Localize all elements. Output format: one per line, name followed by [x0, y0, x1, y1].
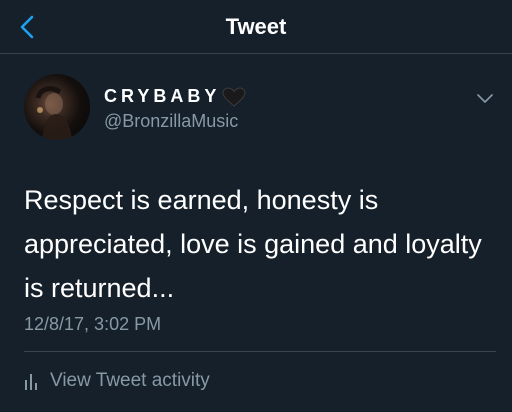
- tweet-text: Respect is earned, honesty is appreciate…: [24, 185, 482, 303]
- avatar-photo: [35, 86, 72, 140]
- tweet-menu-button[interactable]: [474, 88, 496, 110]
- view-tweet-activity-label: View Tweet activity: [50, 370, 210, 391]
- avatar[interactable]: [24, 74, 90, 140]
- top-nav-bar: Tweet: [0, 0, 512, 54]
- divider: [24, 351, 496, 352]
- tweet-timestamp: 12/8/17, 3:02 PM: [24, 314, 162, 334]
- view-tweet-activity-button[interactable]: View Tweet activity: [24, 370, 210, 392]
- display-name-text: CRYBABY: [104, 86, 221, 106]
- chevron-down-icon: [477, 94, 493, 103]
- bar-chart-icon: [25, 374, 37, 390]
- user-handle[interactable]: @BronzillaMusic: [104, 111, 238, 132]
- black-heart-icon: [222, 86, 246, 107]
- display-name[interactable]: CRYBABY: [104, 86, 246, 107]
- page-title: Tweet: [225, 14, 287, 39]
